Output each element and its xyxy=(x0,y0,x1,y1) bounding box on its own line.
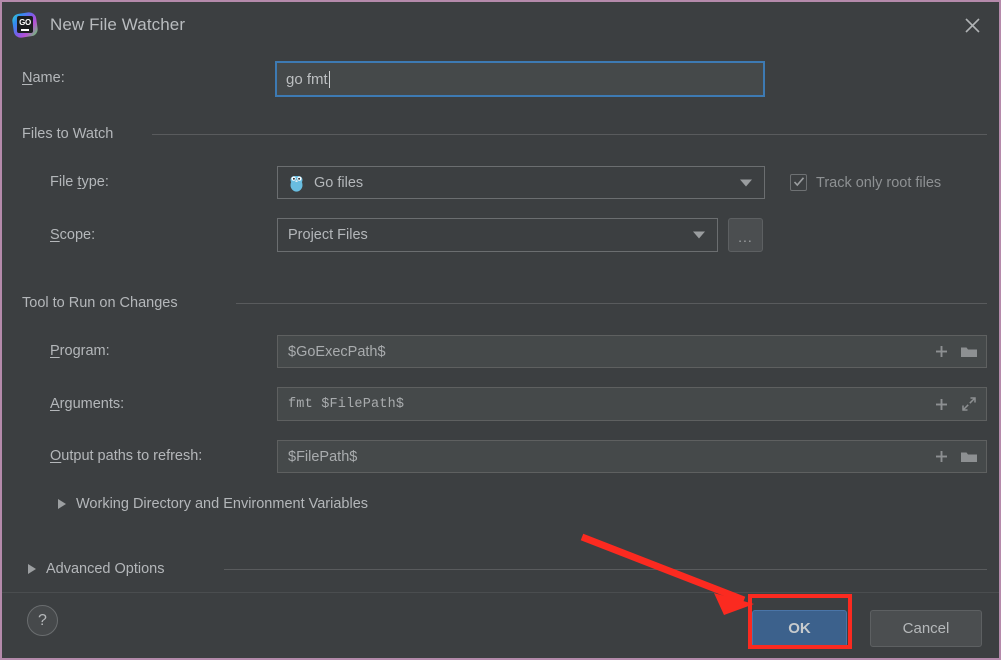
scope-value: Project Files xyxy=(288,227,368,243)
dialog-footer: ? OK Cancel xyxy=(2,592,999,658)
goland-icon: GO xyxy=(11,11,39,39)
arguments-value: fmt $FilePath$ xyxy=(288,396,405,412)
plus-icon[interactable] xyxy=(932,395,950,413)
arguments-field-icons xyxy=(932,388,978,420)
chevron-down-icon xyxy=(740,179,752,186)
folder-icon[interactable] xyxy=(960,448,978,466)
advanced-options-rule xyxy=(224,569,987,570)
working-directory-section-toggle[interactable]: Working Directory and Environment Variab… xyxy=(58,496,368,512)
text-caret xyxy=(328,70,330,88)
file-type-value: Go files xyxy=(314,174,364,191)
program-input[interactable]: $GoExecPath$ xyxy=(277,335,987,368)
folder-icon[interactable] xyxy=(960,343,978,361)
advanced-options-toggle[interactable]: Advanced Options xyxy=(28,561,165,577)
goland-icon-inner: GO xyxy=(17,16,33,33)
section-files-to-watch-rule xyxy=(152,134,987,135)
track-only-root-files-checkbox[interactable]: Track only root files xyxy=(790,174,941,191)
triangle-right-icon xyxy=(28,564,36,574)
close-icon[interactable] xyxy=(955,10,989,40)
ok-button[interactable]: OK xyxy=(752,610,847,647)
plus-icon[interactable] xyxy=(932,448,950,466)
advanced-options-label: Advanced Options xyxy=(46,561,165,577)
dialog-content: Name: go fmt Files to Watch File type: G… xyxy=(2,48,999,592)
plus-icon[interactable] xyxy=(932,343,950,361)
working-directory-label: Working Directory and Environment Variab… xyxy=(76,496,369,512)
question-mark-icon[interactable]: ? xyxy=(27,605,58,636)
checkmark-icon xyxy=(793,177,805,187)
goland-icon-text: GO xyxy=(19,18,31,27)
name-input-value: go fmt xyxy=(286,70,328,88)
arguments-label: Arguments: xyxy=(50,396,125,412)
cancel-button[interactable]: Cancel xyxy=(870,610,982,647)
program-label: Program: xyxy=(50,343,110,359)
page-title: New File Watcher xyxy=(50,15,186,34)
triangle-right-icon xyxy=(58,499,66,509)
scope-label: Scope: xyxy=(50,227,96,243)
track-only-root-files-label: Track only root files xyxy=(816,174,942,191)
file-type-label: File type: xyxy=(50,174,109,190)
name-label: Name: xyxy=(22,70,65,86)
name-input[interactable]: go fmt xyxy=(275,61,765,97)
go-gopher-icon xyxy=(288,174,305,192)
output-paths-label: Output paths to refresh: xyxy=(50,448,203,464)
checkbox-box xyxy=(790,174,807,191)
output-paths-input[interactable]: $FilePath$ xyxy=(277,440,987,473)
file-type-combobox[interactable]: Go files xyxy=(277,166,765,199)
arguments-input[interactable]: fmt $FilePath$ xyxy=(277,387,987,421)
program-field-icons xyxy=(932,336,978,367)
new-file-watcher-dialog: GO New File Watcher Name: go fmt Files t… xyxy=(0,0,1001,660)
expand-arrows-icon[interactable] xyxy=(960,395,978,413)
section-files-to-watch-title: Files to Watch xyxy=(22,126,114,142)
scope-combobox[interactable]: Project Files xyxy=(277,218,718,252)
section-tool-to-run-title: Tool to Run on Changes xyxy=(22,295,178,311)
output-paths-value: $FilePath$ xyxy=(288,448,358,465)
program-value: $GoExecPath$ xyxy=(288,343,386,360)
goland-icon-bar xyxy=(21,29,29,31)
output-paths-field-icons xyxy=(932,441,978,472)
chevron-down-icon xyxy=(693,231,705,239)
scope-browse-button[interactable]: ... xyxy=(728,218,763,252)
dialog-titlebar: GO New File Watcher xyxy=(2,2,999,48)
section-tool-to-run-rule xyxy=(236,303,987,304)
